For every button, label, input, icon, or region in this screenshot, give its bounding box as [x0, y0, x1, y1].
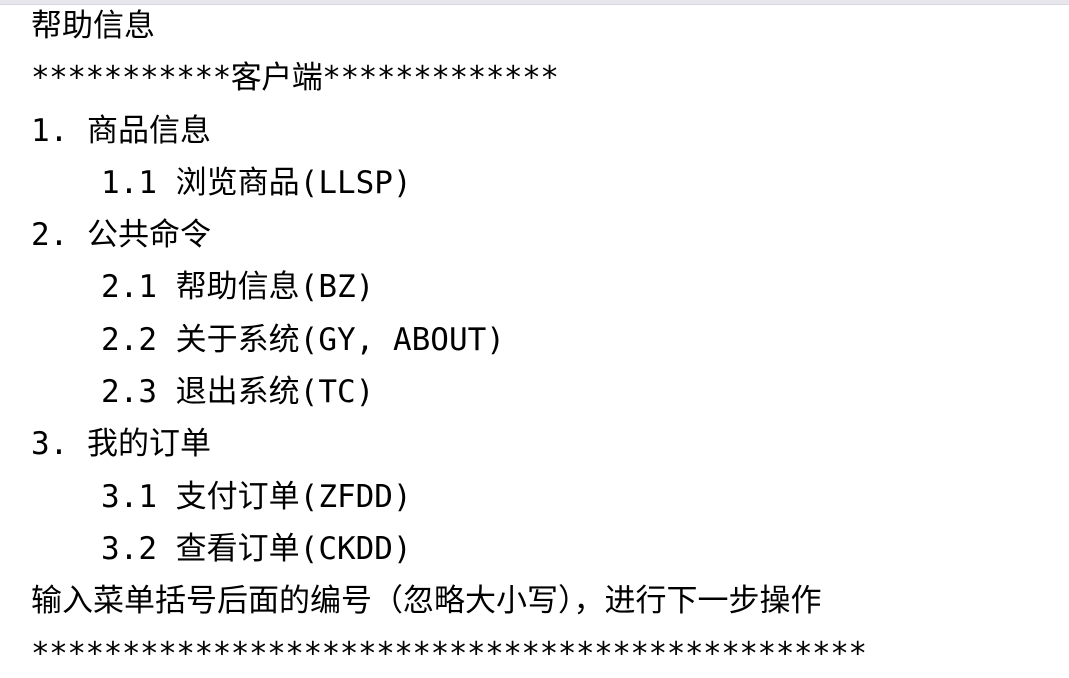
menu-item-browse-products: 1.1 浏览商品(LLSP): [101, 164, 412, 201]
menu-item-view-order: 3.2 查看订单(CKDD): [101, 530, 412, 567]
help-title: 帮助信息: [31, 8, 155, 44]
menu-section-common-commands: 2. 公共命令: [31, 217, 211, 254]
client-banner: ***********客户端*************: [31, 60, 559, 97]
console-output: 帮助信息 ***********客户端************* 1. 商品信息…: [31, 0, 1069, 678]
menu-item-about: 2.2 关于系统(GY, ABOUT): [101, 321, 505, 358]
menu-item-help: 2.1 帮助信息(BZ): [101, 269, 375, 306]
input-prompt-text: 输入菜单括号后面的编号（忽略大小写），进行下一步操作: [31, 583, 822, 620]
menu-item-exit: 2.3 退出系统(TC): [101, 374, 375, 411]
menu-section-products: 1. 商品信息: [31, 112, 211, 149]
menu-section-my-orders: 3. 我的订单: [31, 426, 211, 463]
footer-separator: ****************************************…: [31, 635, 867, 672]
menu-item-pay-order: 3.1 支付订单(ZFDD): [101, 478, 412, 515]
